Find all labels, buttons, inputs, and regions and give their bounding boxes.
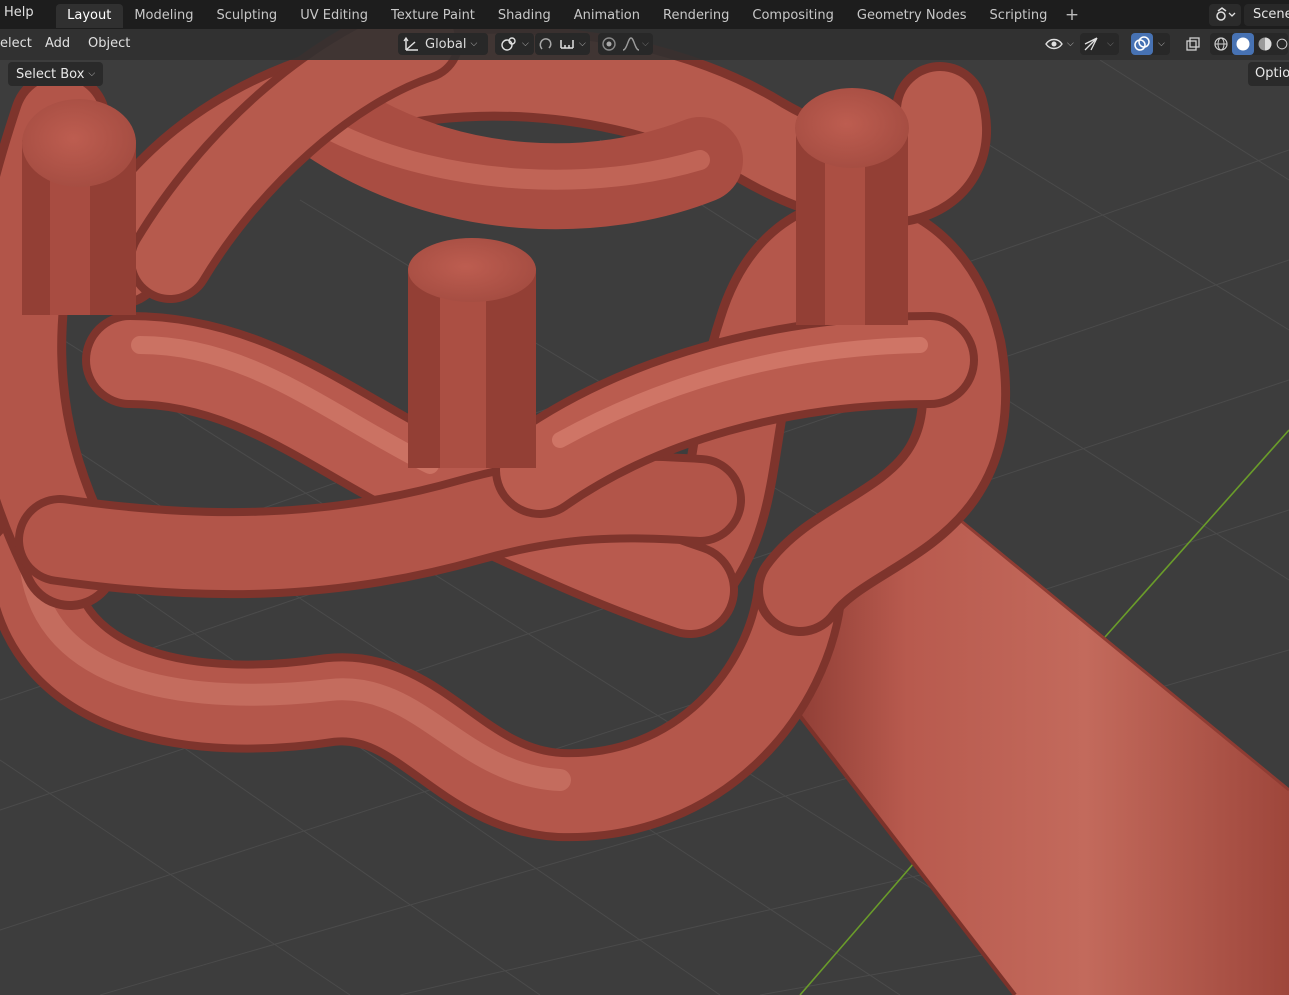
help-menu[interactable]: Help xyxy=(2,5,36,20)
add-workspace-button[interactable]: + xyxy=(1065,5,1079,25)
viewport-header: elect Add Object Global ⌵ ⌵ ⌵ ⌵ ⌵ ⌵ ⌵ xyxy=(0,29,1289,60)
gizmo-toggle[interactable] xyxy=(1080,33,1102,55)
gizmo-controls: ⌵ xyxy=(1080,33,1119,55)
options-label: Options xyxy=(1255,66,1289,81)
proportional-edit-controls: ⌵ xyxy=(598,33,653,55)
snap-increment-icon xyxy=(560,40,574,49)
chevron-down-icon: ⌵ xyxy=(1158,39,1165,49)
tab-texture-paint[interactable]: Texture Paint xyxy=(380,4,487,28)
tab-compositing[interactable]: Compositing xyxy=(741,4,846,28)
tab-shading[interactable]: Shading xyxy=(486,4,562,28)
prong-center xyxy=(408,238,536,468)
visibility-eye-icon xyxy=(1045,38,1063,50)
scene-icon xyxy=(1216,6,1236,21)
tab-sculpting[interactable]: Sculpting xyxy=(205,4,289,28)
select-menu[interactable]: elect xyxy=(0,36,32,51)
prong-right xyxy=(795,88,909,325)
tab-modeling[interactable]: Modeling xyxy=(123,4,205,28)
chevron-down-icon: ⌵ xyxy=(642,39,649,49)
viewport-canvas[interactable] xyxy=(0,29,1289,995)
xray-toggle[interactable] xyxy=(1182,33,1204,55)
tab-layout[interactable]: Layout xyxy=(55,4,123,28)
scene-name-field[interactable]: Scene xyxy=(1244,3,1289,26)
3d-viewport[interactable] xyxy=(0,29,1289,995)
transform-orientation-icon xyxy=(403,36,418,51)
workspace-tabs: Layout Modeling Sculpting UV Editing Texture… xyxy=(55,0,1059,29)
falloff-curve-icon xyxy=(622,37,640,51)
snapping-controls: ⌵ xyxy=(535,33,590,55)
topbar: Help Layout Modeling Sculpting UV Editing Te… xyxy=(0,0,1289,29)
add-menu[interactable]: Add xyxy=(45,36,70,51)
chevron-down-icon: ⌵ xyxy=(1107,39,1114,49)
rendered-shading-icon xyxy=(1276,38,1288,50)
snap-toggle[interactable] xyxy=(535,33,557,55)
orientation-label: Global xyxy=(425,36,467,52)
chevron-down-icon: ⌵ xyxy=(579,39,586,49)
tab-rendering[interactable]: Rendering xyxy=(652,4,741,28)
chevron-down-icon: ⌵ xyxy=(522,39,529,49)
select-mode-label: Select Box xyxy=(16,66,85,82)
prong-left xyxy=(22,99,136,315)
tab-animation[interactable]: Animation xyxy=(562,4,651,28)
proportional-edit-icon xyxy=(602,37,616,51)
tab-uv-editing[interactable]: UV Editing xyxy=(289,4,380,28)
object-menu[interactable]: Object xyxy=(88,36,130,51)
snap-pivot-icon xyxy=(501,37,516,51)
tab-scripting[interactable]: Scripting xyxy=(978,4,1059,28)
material-shading-button[interactable] xyxy=(1254,33,1276,55)
transform-orientation-dropdown[interactable]: Global ⌵ xyxy=(398,33,488,55)
scene-type-button[interactable] xyxy=(1209,3,1241,26)
pivot-point-dropdown[interactable]: ⌵ xyxy=(495,33,534,55)
wireframe-shading-icon xyxy=(1214,37,1228,51)
shading-mode-buttons xyxy=(1210,33,1288,55)
chevron-down-icon: ⌵ xyxy=(1067,39,1074,49)
overlay-icon xyxy=(1134,36,1150,51)
material-shading-icon xyxy=(1258,37,1272,51)
solid-shading-icon xyxy=(1236,37,1250,51)
overlay-controls: ⌵ xyxy=(1131,33,1170,55)
solid-shading-button[interactable] xyxy=(1232,33,1254,55)
gizmo-icon xyxy=(1084,37,1098,51)
overlay-toggle[interactable] xyxy=(1131,33,1153,55)
xray-icon xyxy=(1186,37,1200,51)
falloff-dropdown[interactable] xyxy=(620,33,642,55)
wireframe-shading-button[interactable] xyxy=(1210,33,1232,55)
rendered-shading-button[interactable] xyxy=(1276,33,1288,55)
options-button[interactable]: Options xyxy=(1248,62,1289,86)
select-mode-dropdown[interactable]: Select Box ⌵ xyxy=(8,62,104,86)
y-axis-line-far xyxy=(1104,429,1289,638)
proportional-edit-toggle[interactable] xyxy=(598,33,620,55)
chevron-down-icon: ⌵ xyxy=(88,69,96,79)
snap-target-dropdown[interactable] xyxy=(557,33,579,55)
y-axis-line xyxy=(799,847,928,995)
chevron-down-icon: ⌵ xyxy=(470,39,478,49)
snap-magnet-icon xyxy=(539,38,552,50)
object-visibility-dropdown[interactable]: ⌵ xyxy=(1040,33,1079,55)
tab-geometry-nodes[interactable]: Geometry Nodes xyxy=(845,4,978,28)
scene-selector: Scene xyxy=(1209,0,1289,29)
